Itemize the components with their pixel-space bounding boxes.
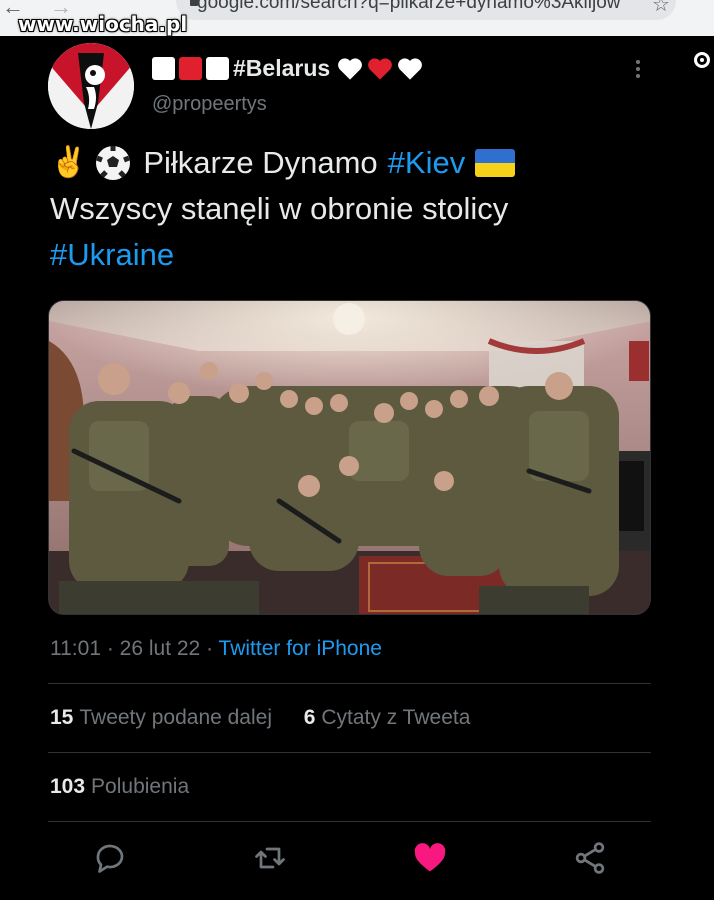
victory-hand-icon: ✌️ <box>50 146 88 179</box>
avatar[interactable] <box>48 43 134 129</box>
red-heart-icon <box>368 58 393 80</box>
tweet-timestamp: 11:01 · 26 lut 22 · Twitter for iPhone <box>50 637 382 660</box>
hashtag-kiev-link[interactable]: #Kiev <box>388 140 466 186</box>
likes-label: Polubienia <box>91 775 190 798</box>
likes-count: 103 <box>50 775 86 798</box>
reply-icon[interactable] <box>92 840 128 876</box>
retweet-icon[interactable] <box>252 840 288 876</box>
retweets-stat[interactable]: 15 Tweety podane dalej <box>50 706 272 729</box>
more-icon[interactable] <box>630 57 646 83</box>
divider <box>48 683 651 684</box>
white-square-icon <box>206 56 229 80</box>
display-name-tag: #Belarus <box>233 54 331 81</box>
watermark: www.wiocha.pl <box>18 12 188 36</box>
divider <box>48 821 651 822</box>
quotes-stat[interactable]: 6 Cytaty z Tweeta <box>304 706 471 729</box>
bookmark-star-icon[interactable]: ☆ <box>652 0 670 17</box>
tweet-time[interactable]: 11:01 <box>50 637 101 660</box>
retweets-count: 15 <box>50 706 74 729</box>
hashtag-ukraine-link[interactable]: #Ukraine <box>50 232 174 278</box>
tweet-source-link[interactable]: Twitter for iPhone <box>219 637 382 660</box>
quotes-label: Cytaty z Tweeta <box>321 706 471 729</box>
tweet-text-line2: Wszyscy stanęli w obronie stolicy <box>50 191 509 226</box>
tweet-date[interactable]: 26 lut 22 <box>120 637 201 660</box>
white-heart-icon <box>338 58 363 80</box>
tweet-photo[interactable] <box>48 300 651 615</box>
tweet-text-line1: Piłkarze Dynamo <box>143 145 378 180</box>
share-icon[interactable] <box>572 840 608 876</box>
likes-stat[interactable]: 103 Polubienia <box>50 775 189 799</box>
retweets-label: Tweety podane dalej <box>79 706 272 729</box>
engagement-stats: 15 Tweety podane dalej 6 Cytaty z Tweeta <box>50 706 470 730</box>
ukraine-flag-icon <box>475 149 516 177</box>
tweet-text: ✌️ Piłkarze Dynamo #Kiev Wszyscy stanęli… <box>50 140 670 278</box>
user-handle[interactable]: @propeertys <box>152 93 267 116</box>
white-heart-icon <box>398 58 423 80</box>
soccer-ball-icon <box>96 146 131 180</box>
heart-icon[interactable] <box>412 840 448 876</box>
white-square-icon <box>152 56 175 80</box>
quotes-count: 6 <box>303 706 316 729</box>
red-square-icon <box>179 56 202 80</box>
display-name[interactable]: #Belarus <box>152 53 424 83</box>
divider <box>48 752 651 753</box>
address-bar-url[interactable]: google.com/search?q=pilkarze+dynamo%3Akl… <box>197 0 621 14</box>
lens-icon[interactable] <box>694 52 710 68</box>
